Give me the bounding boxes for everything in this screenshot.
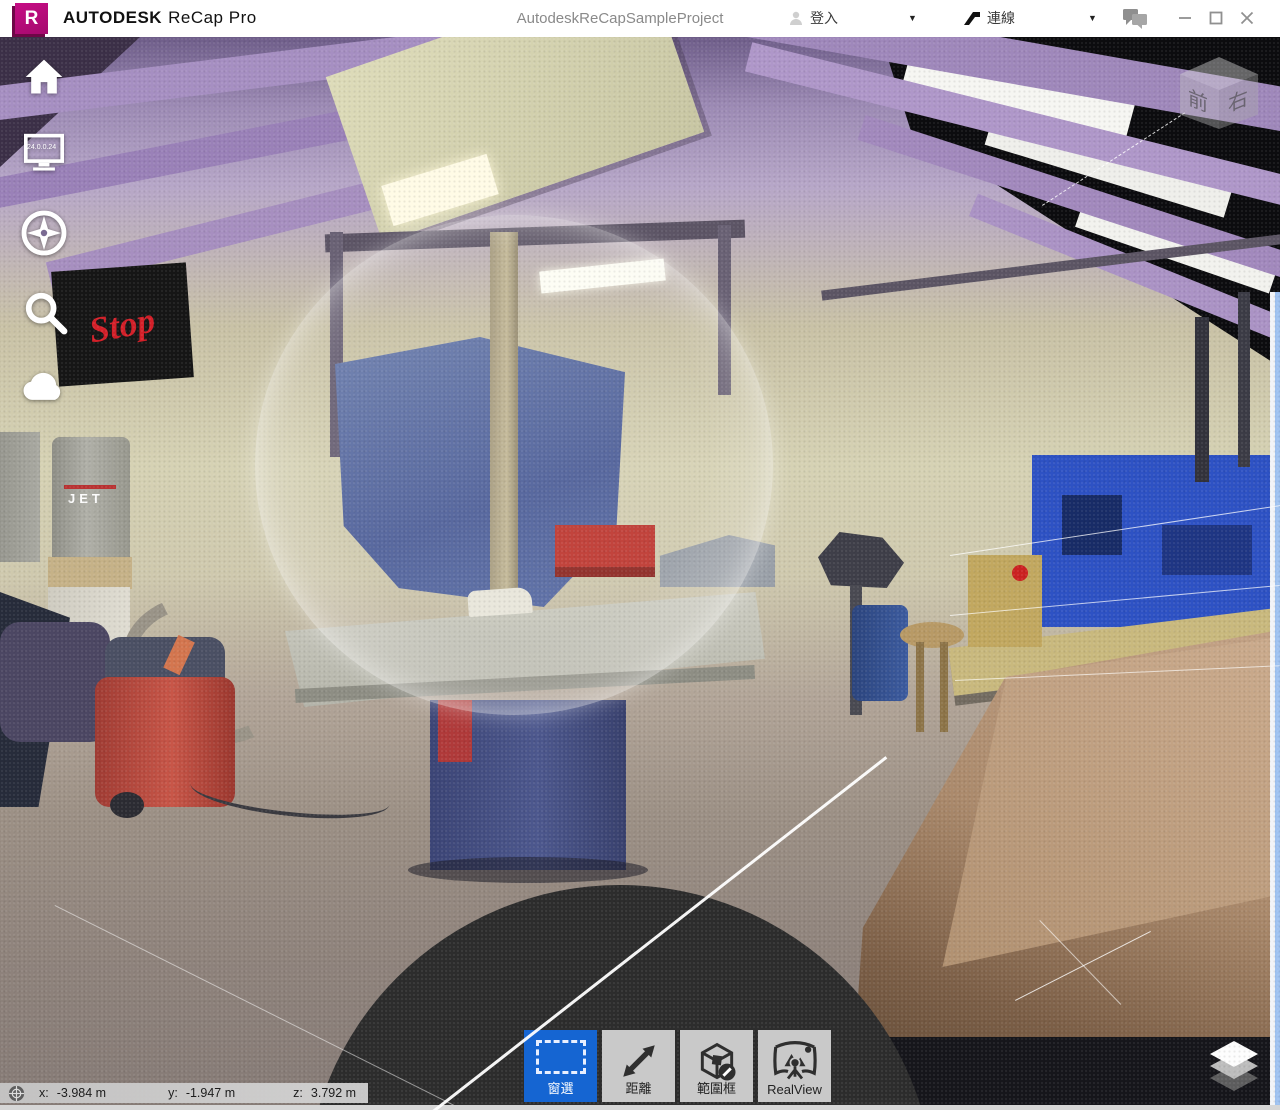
titlebar: R AUTODESK ReCap Pro AutodeskReCapSampleP… (0, 0, 1280, 37)
scan-location-bubble[interactable] (255, 215, 773, 715)
person-icon (788, 10, 804, 26)
scene-drum-band (48, 557, 132, 589)
project-name: AutodeskReCapSampleProject (420, 10, 820, 27)
pegboard-shadow (1162, 525, 1252, 575)
maximize-icon (1208, 10, 1224, 26)
scene-shopvac-wheel (110, 792, 144, 818)
banner-text: Stop (86, 298, 158, 351)
minimize-icon (1177, 10, 1193, 26)
display-button[interactable]: 24.0.0.24 (22, 132, 66, 177)
scene-stop-banner: Stop (51, 262, 194, 386)
lathe-red-button (1012, 565, 1028, 581)
compass-icon (20, 209, 68, 257)
point-cloud-viewport[interactable]: Stop JET (0, 37, 1280, 1110)
connection-label: 連線 (987, 8, 1015, 28)
brand-name: AUTODESK (63, 8, 162, 27)
tool-bounding-box-button[interactable]: 範圍框 (680, 1030, 753, 1102)
distance-icon (618, 1040, 660, 1082)
bounding-box-icon (695, 1040, 739, 1084)
scene-blue-barrel (852, 605, 908, 701)
scene-duct-box (326, 37, 704, 243)
sign-in-dropdown[interactable]: ▼ (908, 7, 917, 29)
connection-button[interactable]: 連線 (963, 7, 1015, 29)
sign-in-label: 登入 (810, 8, 838, 28)
coordinate-status-bar: x: -3.984 m y: -1.947 m z: 3.792 m (0, 1083, 368, 1103)
magnifier-icon (22, 289, 68, 335)
version-badge: 24.0.0.24 (27, 144, 56, 151)
drum-label: JET (68, 491, 104, 506)
y-label: y: (168, 1086, 178, 1100)
tool-window-select-button[interactable]: 窗選 (524, 1030, 597, 1102)
home-icon (22, 55, 66, 99)
logo-letter: R (25, 8, 39, 30)
close-button[interactable] (1234, 6, 1260, 30)
scene-right-edge-strip (1270, 292, 1280, 1110)
home-button[interactable] (22, 55, 66, 104)
x-label: x: (39, 1086, 49, 1100)
scene-tarp-pile (0, 622, 110, 742)
minimize-button[interactable] (1172, 6, 1198, 30)
scene-jet-drum: JET (52, 437, 130, 562)
crosshair-globe-icon (8, 1085, 25, 1102)
cloud-button[interactable] (20, 369, 68, 408)
window-select-icon (536, 1040, 586, 1074)
y-value: -1.947 m (186, 1086, 235, 1100)
search-button[interactable] (22, 289, 68, 340)
recap-logo: R (15, 3, 48, 34)
scene-pegboard (1032, 455, 1280, 627)
scene-wall-pipe-2 (1238, 292, 1250, 467)
tool-label: RealView (767, 1082, 822, 1097)
connection-dropdown[interactable]: ▼ (1088, 7, 1097, 29)
scene-shopvac-cord (188, 762, 392, 827)
tool-realview-button[interactable]: RealView (758, 1030, 831, 1102)
scene-grinder (818, 532, 904, 588)
tool-distance-button[interactable]: 距離 (602, 1030, 675, 1102)
feedback-button[interactable] (1122, 8, 1148, 34)
x-value: -3.984 m (57, 1086, 106, 1100)
scene-wall-pipe-1 (1195, 317, 1209, 482)
jet-red-stripe (64, 485, 116, 489)
sign-in-button[interactable]: 登入 (788, 7, 838, 29)
window-bottom-edge (0, 1105, 1280, 1110)
chat-bubbles-icon (1122, 8, 1148, 29)
cloud-icon (20, 369, 68, 403)
scene-drum-left (0, 432, 40, 562)
scene-lathe-headstock (968, 555, 1042, 647)
close-icon (1239, 10, 1255, 26)
monitor-icon (22, 132, 66, 172)
z-label: z: (293, 1086, 303, 1100)
viewcube[interactable]: 前 右 (1180, 57, 1258, 129)
layers-widget[interactable] (1206, 1037, 1262, 1097)
app-title: AUTODESK ReCap Pro (63, 8, 257, 28)
autodesk-connect-icon (963, 11, 981, 26)
product-name: ReCap Pro (168, 8, 257, 27)
tool-label: 窗選 (547, 1078, 573, 1097)
navigation-button[interactable] (20, 209, 68, 262)
scene-saw-base-shadow (408, 857, 648, 883)
z-value: 3.792 m (311, 1086, 356, 1100)
pegboard-shadow (1062, 495, 1122, 555)
maximize-button[interactable] (1203, 6, 1229, 30)
realview-icon (772, 1040, 818, 1082)
